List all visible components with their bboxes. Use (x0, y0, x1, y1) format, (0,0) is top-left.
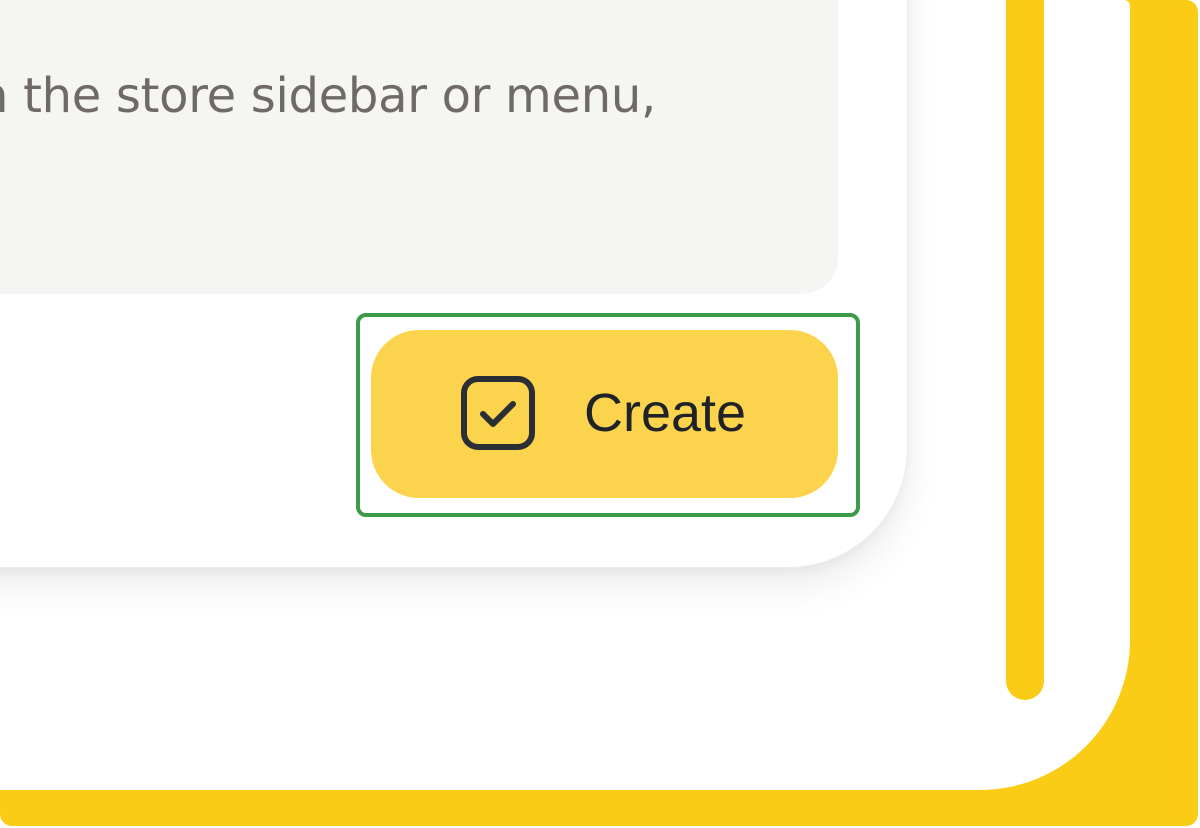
checkbox-check-icon (461, 376, 535, 450)
dialog-message: n the store sidebar or menu, (0, 66, 840, 126)
create-button[interactable]: Create (371, 330, 838, 498)
dialog-message-text: n the store sidebar or menu, (0, 68, 656, 124)
vertical-scrollbar[interactable] (1006, 0, 1044, 700)
message-box (0, 0, 838, 294)
create-button-label: Create (584, 383, 747, 443)
app-screen: n the store sidebar or menu, Create (0, 0, 1200, 828)
